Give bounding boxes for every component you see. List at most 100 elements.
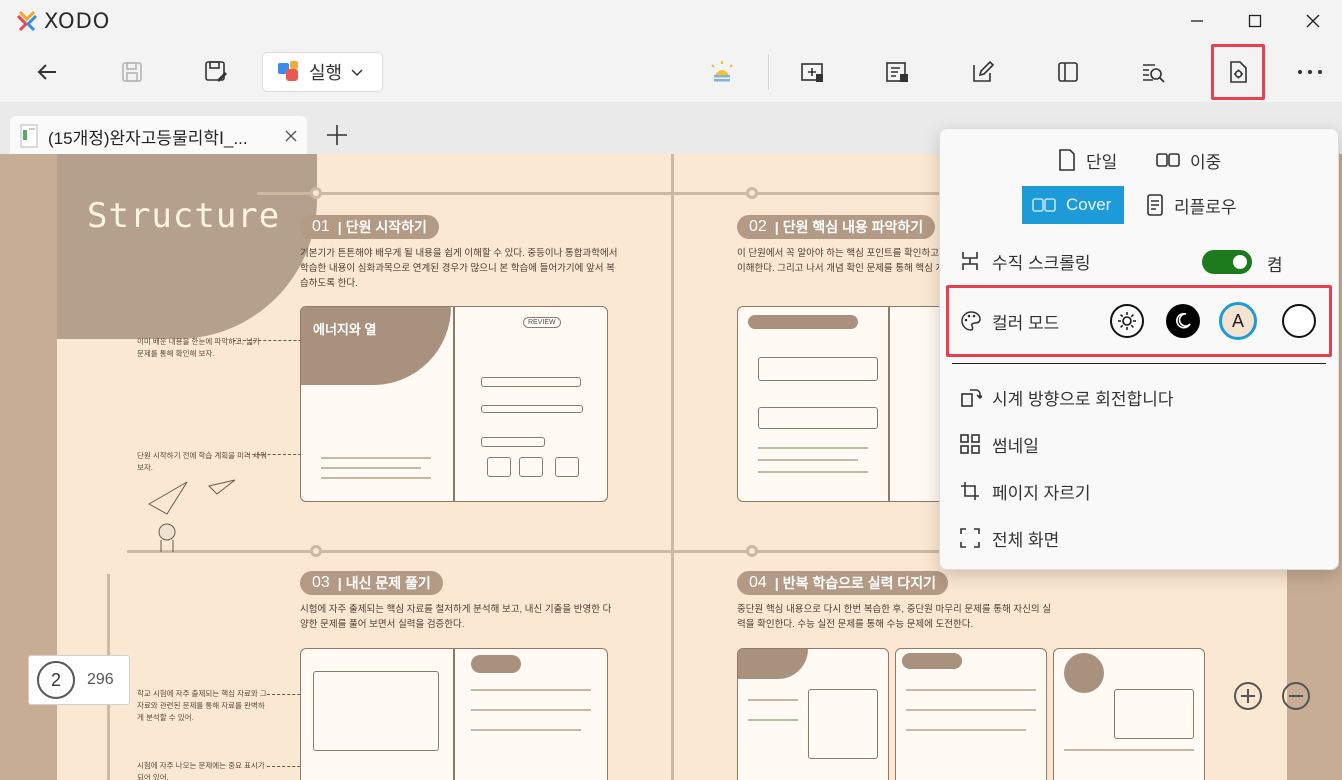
double-page-icon (1156, 153, 1180, 167)
sample-page-thumbnail (737, 648, 889, 780)
title-bar: XODO (0, 0, 1342, 42)
section-heading: 01 | 단원 시작하기 (300, 215, 439, 239)
more-icon (1298, 70, 1322, 74)
view-settings-menu: 단일 이중 Cover 리플로우 수직 스크롤링 켬 컬러 모드 A 시계 방향… (939, 128, 1339, 570)
minimize-button[interactable] (1168, 0, 1226, 42)
page-add-icon (801, 63, 823, 82)
thumbnail-rule (888, 307, 890, 501)
fullscreen-item[interactable]: 전체 화면 (952, 518, 1328, 558)
add-page-button[interactable] (790, 50, 834, 94)
close-icon (285, 130, 297, 142)
more-options-button[interactable] (1288, 50, 1332, 94)
crop-pages-item[interactable]: 페이지 자르기 (952, 471, 1328, 511)
single-page-label: 단일 (1086, 152, 1118, 172)
paper-plane-illustration (147, 479, 236, 552)
toggle-state-label: 켬 (1267, 256, 1283, 275)
sample-page-thumbnail: 에너지와 열 REVIEW (300, 306, 608, 502)
thumbnail-graphic (748, 315, 858, 329)
tab-close-button[interactable] (281, 126, 301, 146)
sidebar-icon (1058, 62, 1078, 82)
thumbnail-graphic (738, 649, 808, 679)
save-as-button[interactable] (194, 50, 238, 94)
connector-node (310, 545, 322, 557)
page-lock-icon (886, 62, 908, 82)
highlight-color-mode (946, 285, 1332, 357)
zoom-out-icon (1282, 682, 1310, 710)
section-body: 중단원 핵심 내용으로 다시 한번 복습한 후, 중단원 마무리 문제를 통해 … (737, 604, 1051, 630)
save-button[interactable] (110, 50, 154, 94)
document-tab[interactable]: (15개정)완자고등물리학Ⅰ_... (10, 116, 307, 156)
thumbnail-box (481, 437, 545, 447)
thumbnail-box (758, 407, 878, 429)
connector-line (671, 154, 674, 780)
zoom-in-icon (1234, 682, 1262, 710)
cover-label: Cover (1066, 195, 1112, 214)
tips-button[interactable] (700, 50, 744, 94)
xodo-logo-icon (16, 10, 38, 32)
vertical-scroll-row[interactable]: 수직 스크롤링 켬 (952, 241, 1328, 281)
thumbnail-box (1114, 689, 1194, 739)
thumbnail-text-line (471, 729, 581, 731)
cover-mode[interactable]: Cover (1022, 186, 1124, 224)
thumbnail-graphic (471, 655, 521, 673)
section-body: 기본기가 튼튼해야 배우게 될 내용을 쉽게 이해할 수 있다. 중등이나 통합… (300, 248, 618, 289)
zoom-out-button[interactable] (1281, 681, 1311, 711)
maximize-button[interactable] (1226, 0, 1284, 42)
chevron-down-icon (351, 69, 363, 77)
back-button[interactable] (25, 50, 69, 94)
section-number: 01 (312, 218, 330, 235)
thumbnail-text-line (758, 459, 858, 461)
toolbar-divider (768, 54, 769, 90)
total-pages: 296 (87, 671, 114, 688)
thumbnail-text-line (758, 471, 868, 473)
menu-divider (952, 363, 1326, 364)
grid-icon (960, 434, 980, 454)
section-title: 내신 문제 풀기 (345, 575, 431, 591)
section-number: 03 (312, 574, 330, 591)
thumbnail-text-line (906, 729, 1026, 731)
run-dropdown-button[interactable]: 실행 (262, 52, 383, 92)
thumbnail-rule (453, 649, 455, 780)
search-button[interactable] (1131, 50, 1175, 94)
thumbnail-text-line (906, 709, 1036, 711)
sidebar-toggle-button[interactable] (1046, 50, 1090, 94)
thumbnails-item[interactable]: 썸네일 (952, 424, 1328, 464)
close-window-button[interactable] (1284, 0, 1342, 42)
single-page-mode[interactable]: 단일 (1048, 141, 1127, 179)
tab-title: (15개정)완자고등물리학Ⅰ_... (48, 128, 248, 148)
double-page-mode[interactable]: 이중 (1146, 141, 1231, 179)
vertical-scroll-toggle[interactable] (1202, 250, 1252, 274)
thumbnail-graphic (902, 653, 962, 669)
organize-button[interactable] (875, 50, 919, 94)
new-tab-button[interactable] (322, 120, 352, 150)
section-number: 04 (749, 574, 767, 591)
thumbnail-graphic (1064, 653, 1104, 693)
run-label: 실행 (309, 63, 343, 83)
annotate-button[interactable] (961, 50, 1005, 94)
save-icon (122, 62, 142, 82)
thumbnail-box (519, 457, 543, 477)
reflow-mode[interactable]: 리플로우 (1136, 186, 1247, 224)
thumbnail-box (758, 357, 878, 381)
sample-page-thumbnail (1053, 648, 1205, 780)
current-page[interactable]: 2 (37, 661, 75, 699)
rotate-label: 시계 방향으로 회전합니다 (992, 389, 1174, 409)
section-title: 단원 핵심 내용 파악하기 (782, 219, 924, 235)
fullscreen-icon (960, 528, 980, 548)
pdf-file-icon (20, 124, 38, 148)
lightbulb-icon (711, 61, 733, 82)
page-indicator[interactable]: 2 296 (28, 655, 130, 705)
arrow-left-icon (37, 64, 56, 80)
xodo-window: XODO 실행 (15개정)완자고등물리학Ⅰ_... Structure 01 … (0, 0, 1342, 780)
connector-node (746, 187, 758, 199)
save-as-icon (205, 61, 227, 82)
search-list-icon (1143, 64, 1165, 83)
thumbnail-box (555, 457, 579, 477)
zoom-in-button[interactable] (1233, 681, 1263, 711)
thumbnail-text-line (758, 447, 868, 449)
thumbnail-box (481, 405, 583, 413)
thumbnail-text-line (471, 709, 591, 711)
minimize-icon (1191, 20, 1203, 22)
rotate-clockwise-item[interactable]: 시계 방향으로 회전합니다 (952, 377, 1328, 417)
thumbnails-label: 썸네일 (992, 436, 1039, 456)
